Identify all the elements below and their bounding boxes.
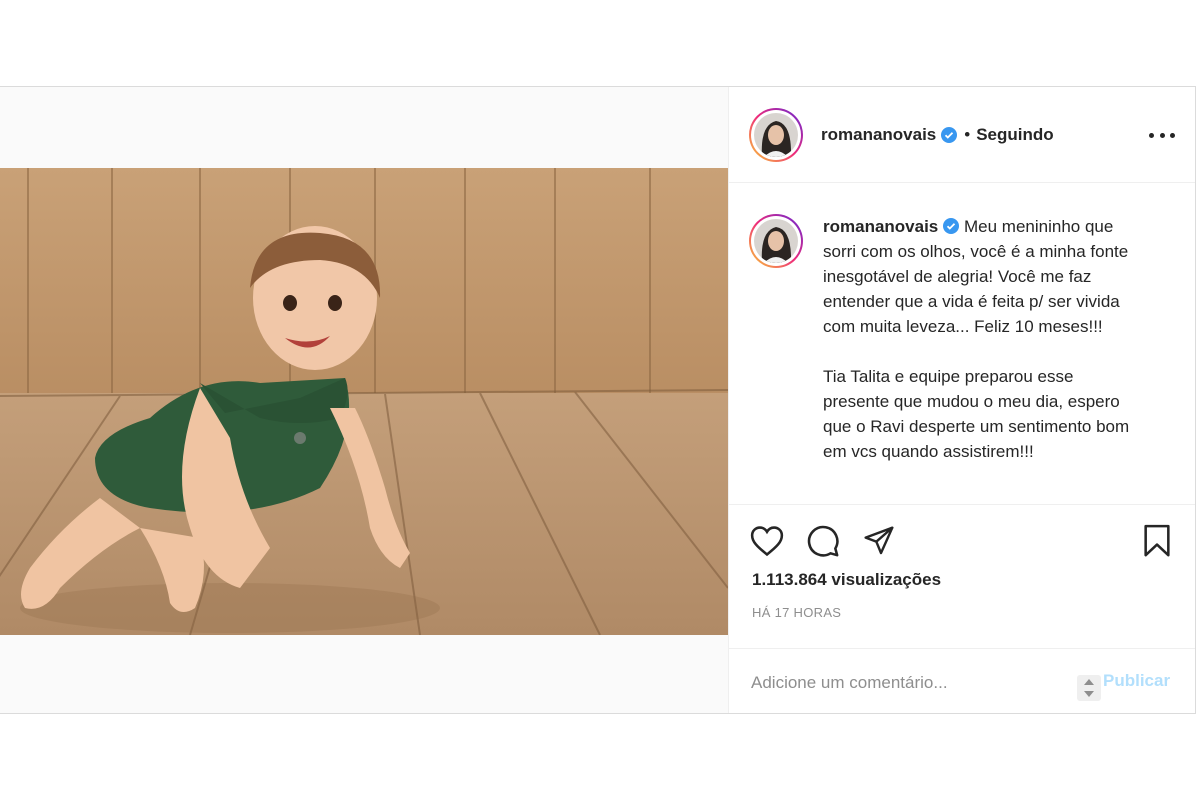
- publish-button[interactable]: Publicar: [1103, 671, 1170, 691]
- comment-bar: Publicar: [729, 648, 1195, 713]
- view-count[interactable]: 1.113.864 visualizações: [752, 570, 941, 590]
- post-timestamp[interactable]: HÁ 17 HORAS: [752, 605, 841, 620]
- instagram-post-embed: romananovais • Seguindo romananovais Meu…: [0, 86, 1196, 714]
- caption-verified-badge-icon: [943, 218, 960, 234]
- like-button[interactable]: [749, 523, 785, 559]
- follow-separator: •: [964, 124, 971, 144]
- avatar-story-ring[interactable]: [749, 107, 803, 162]
- post-actions: 1.113.864 visualizações HÁ 17 HORAS: [729, 504, 1195, 648]
- caption-username[interactable]: romananovais: [823, 217, 938, 236]
- avatar: [754, 112, 798, 157]
- heart-icon: [750, 526, 784, 557]
- share-button[interactable]: [861, 523, 897, 559]
- comment-input[interactable]: [749, 669, 1063, 697]
- media-panel: [0, 87, 729, 713]
- more-options-button[interactable]: [1149, 123, 1175, 147]
- verified-badge-icon: [941, 126, 958, 143]
- caption-paragraph-2: Tia Talita e equipe preparou esse presen…: [823, 367, 1130, 461]
- caption-area: romananovais Meu menininho que sorri com…: [729, 184, 1195, 504]
- post-side-panel: romananovais • Seguindo romananovais Meu…: [729, 87, 1195, 713]
- bookmark-icon: [1144, 524, 1170, 557]
- post-video[interactable]: [0, 168, 728, 635]
- save-button[interactable]: [1139, 523, 1175, 559]
- more-options-icon: [1149, 132, 1154, 138]
- caption-avatar: [754, 219, 798, 263]
- share-icon: [864, 526, 894, 555]
- post-header: romananovais • Seguindo: [729, 87, 1195, 183]
- follow-status-button[interactable]: Seguindo: [976, 125, 1053, 145]
- header-username[interactable]: romananovais: [821, 125, 936, 145]
- caption-avatar-ring[interactable]: [749, 214, 803, 268]
- loading-spinner-icon: [1077, 675, 1101, 701]
- caption-text: romananovais Meu menininho que sorri com…: [823, 214, 1141, 489]
- comment-button[interactable]: [805, 523, 841, 559]
- comment-icon: [807, 525, 839, 557]
- video-frame: [0, 168, 728, 635]
